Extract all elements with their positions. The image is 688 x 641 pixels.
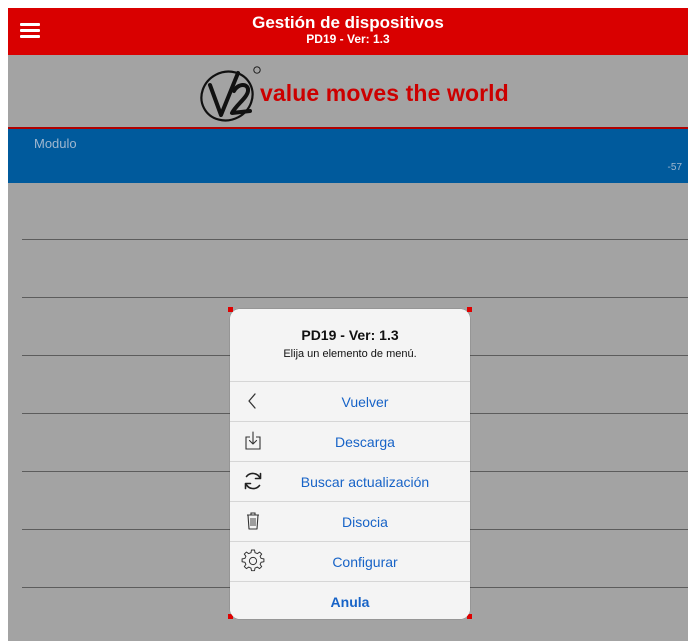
menu-item-descarga[interactable]: Descarga — [230, 422, 470, 462]
menu-item-label: Buscar actualización — [300, 474, 430, 490]
cancel-button[interactable]: Anula — [230, 582, 470, 619]
app-subtitle: PD19 - Ver: 1.3 — [306, 32, 390, 46]
dialog-header: PD19 - Ver: 1.3 Elija un elemento de men… — [230, 309, 470, 382]
module-label: Modulo — [34, 136, 77, 151]
brand-tagline: value moves the world — [260, 80, 509, 106]
menu-item-label: Disocia — [342, 514, 388, 530]
list-divider — [22, 297, 688, 298]
action-sheet-dialog: PD19 - Ver: 1.3 Elija un elemento de men… — [230, 309, 470, 619]
list-divider — [22, 239, 688, 240]
dialog-message: Elija un elemento de menú. — [283, 348, 417, 360]
dialog-title: PD19 - Ver: 1.3 — [301, 327, 399, 343]
module-row[interactable]: Modulo -57 — [8, 129, 688, 183]
popover-anchor-marker — [467, 307, 472, 312]
top-bar: Gestión de dispositivos PD19 - Ver: 1.3 — [8, 8, 688, 55]
menu-item-buscar-actualizacion[interactable]: Buscar actualización — [230, 462, 470, 502]
menu-item-disocia[interactable]: Disocia — [230, 502, 470, 542]
cancel-label: Anula — [330, 594, 370, 610]
menu-item-vuelver[interactable]: Vuelver — [230, 382, 470, 422]
brand-banner: value moves the world — [8, 55, 688, 129]
app-screen: Gestión de dispositivos PD19 - Ver: 1.3 … — [8, 8, 688, 641]
menu-item-label: Configurar — [332, 554, 398, 570]
menu-item-label: Vuelver — [341, 394, 389, 410]
app-title: Gestión de dispositivos — [252, 13, 444, 32]
menu-item-label: Descarga — [335, 434, 395, 450]
v2-logo-icon — [200, 66, 261, 122]
menu-item-configurar[interactable]: Configurar — [230, 542, 470, 582]
module-signal-value: -57 — [667, 162, 682, 173]
